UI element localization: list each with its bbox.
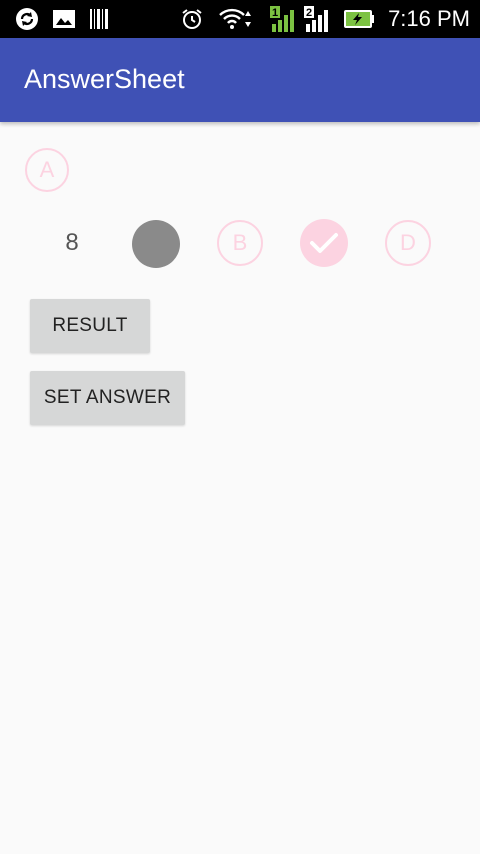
battery-charging-icon	[344, 7, 376, 31]
check-icon	[310, 233, 338, 253]
option-d-label: D	[400, 230, 416, 255]
option-d-bubble[interactable]: D	[385, 220, 431, 266]
image-icon	[52, 7, 76, 31]
sim2-label: 2	[306, 7, 312, 19]
wifi-icon	[218, 7, 252, 31]
option-c-checked-bubble[interactable]	[300, 219, 348, 267]
signal-sim2-icon: 2	[304, 6, 334, 32]
sim1-label: 1	[272, 7, 278, 19]
option-b-bubble[interactable]: B	[217, 220, 263, 266]
status-time: 7:16 PM	[388, 6, 470, 31]
status-bar: 1 2 7:16 PM	[0, 0, 480, 38]
option-a-bubble[interactable]: A	[25, 148, 69, 192]
app-bar: AnswerSheet	[0, 38, 480, 122]
sync-icon	[14, 7, 40, 31]
result-button[interactable]: RESULT	[30, 299, 150, 353]
option-a-label: A	[39, 157, 55, 182]
screen: 1 2 7:16 PM AnswerSheet A 8 B D RESULT S…	[0, 0, 480, 854]
signal-sim1-icon: 1	[270, 6, 300, 32]
option-b-label: B	[232, 230, 248, 255]
option-selected-bubble[interactable]	[132, 220, 180, 268]
question-number: 8	[65, 229, 79, 256]
app-title: AnswerSheet	[24, 64, 185, 94]
set-answer-button[interactable]: SET ANSWER	[30, 371, 185, 425]
alarm-icon	[180, 7, 204, 31]
barcode-icon	[88, 7, 110, 31]
